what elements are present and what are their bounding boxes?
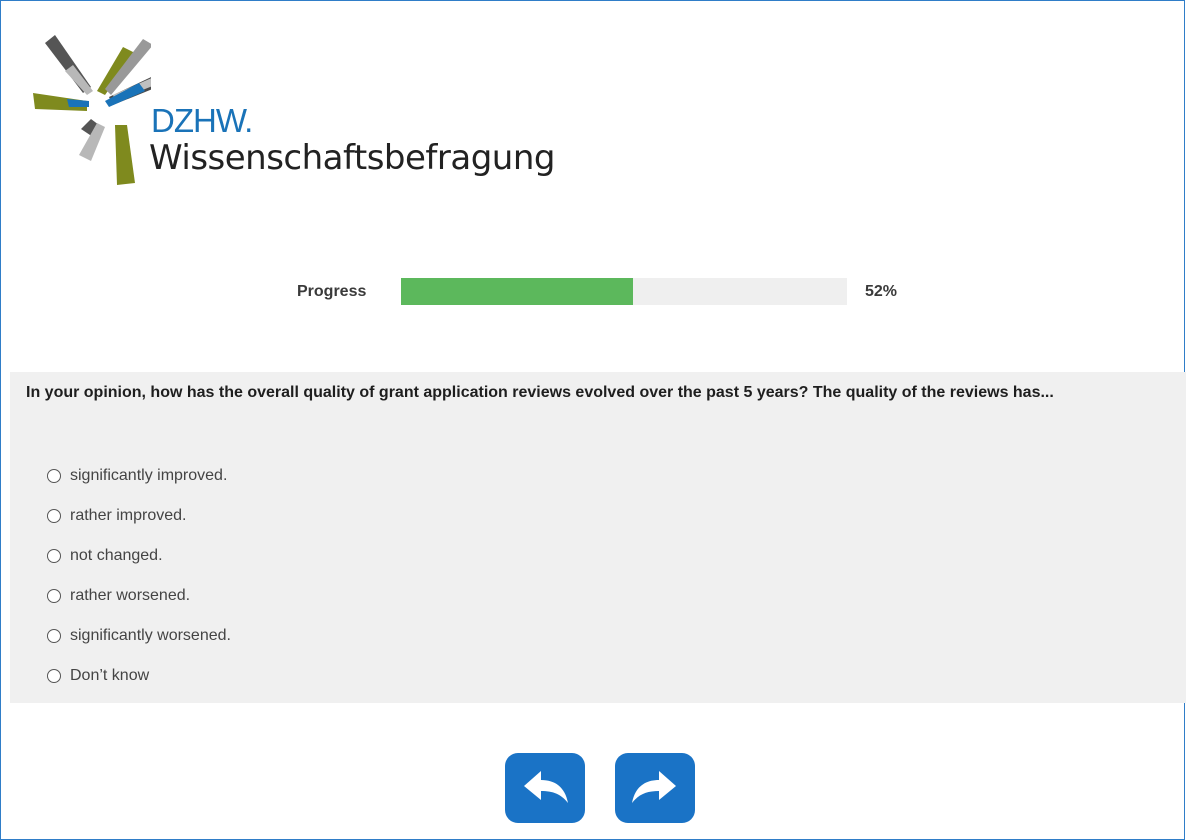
answer-option-rather-improved[interactable]: rather improved. [47,496,231,536]
progress-bar [401,278,847,305]
answer-option-label[interactable]: not changed. [70,547,163,565]
answer-option-label[interactable]: significantly improved. [70,467,227,485]
back-arrow-icon [524,771,568,803]
radio-button[interactable] [47,549,61,563]
logo-rays-icon [33,35,151,185]
answer-option-label[interactable]: Don’t know [70,667,149,685]
progress-bar-fill [401,278,633,305]
forward-arrow-icon [632,771,676,803]
answer-option-label[interactable]: rather worsened. [70,587,190,605]
progress-percentage: 52% [865,283,898,300]
question-text: In your opinion, how has the overall qua… [26,384,1054,401]
radio-button[interactable] [47,629,61,643]
back-button[interactable] [505,753,585,823]
progress-label: Progress [297,283,367,300]
next-button[interactable] [615,753,695,823]
radio-button[interactable] [47,469,61,483]
answer-option-rather-worsened[interactable]: rather worsened. [47,576,231,616]
question-panel: In your opinion, how has the overall qua… [10,372,1186,703]
dzhw-logo: DZHW. Wissenschaftsbefragung [31,29,571,189]
progress-indicator: Progress 52% [1,278,1186,306]
logo-subtitle: Wissenschaftsbefragung [149,138,555,178]
survey-page: DZHW. Wissenschaftsbefragung Progress 52… [0,0,1186,840]
answer-option-label[interactable]: significantly worsened. [70,627,231,645]
logo-brand: DZHW. [151,102,253,139]
answer-option-label[interactable]: rather improved. [70,507,187,525]
answer-option-significantly-improved[interactable]: significantly improved. [47,456,231,496]
radio-button[interactable] [47,509,61,523]
answer-options: significantly improved. rather improved.… [47,456,231,696]
answer-option-not-changed[interactable]: not changed. [47,536,231,576]
radio-button[interactable] [47,589,61,603]
answer-option-significantly-worsened[interactable]: significantly worsened. [47,616,231,656]
answer-option-dont-know[interactable]: Don’t know [47,656,231,696]
radio-button[interactable] [47,669,61,683]
